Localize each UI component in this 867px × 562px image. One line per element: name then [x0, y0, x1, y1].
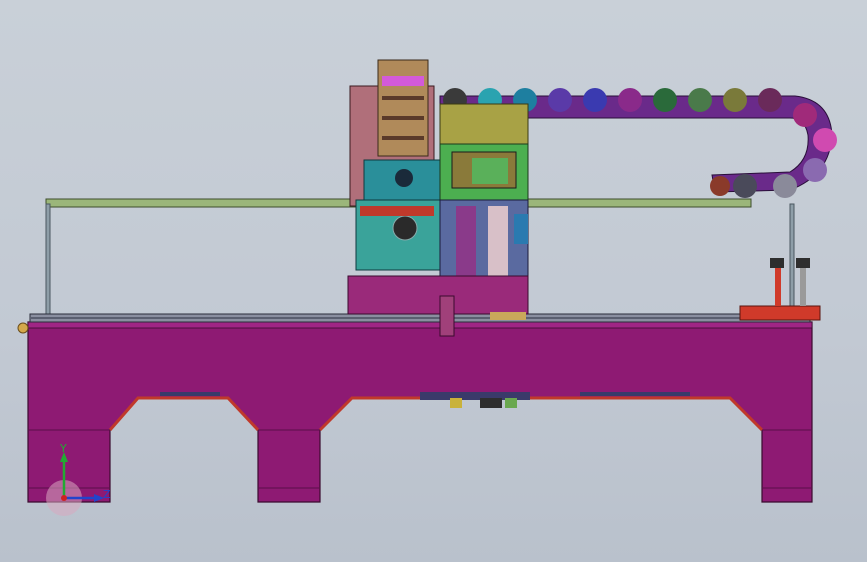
z-axis-label: Z [103, 488, 111, 501]
right-motor-assembly [739, 258, 821, 321]
y-axis-label: Y [59, 442, 67, 455]
cad-viewport[interactable]: Y Z [0, 0, 867, 562]
base-frame [27, 321, 813, 503]
